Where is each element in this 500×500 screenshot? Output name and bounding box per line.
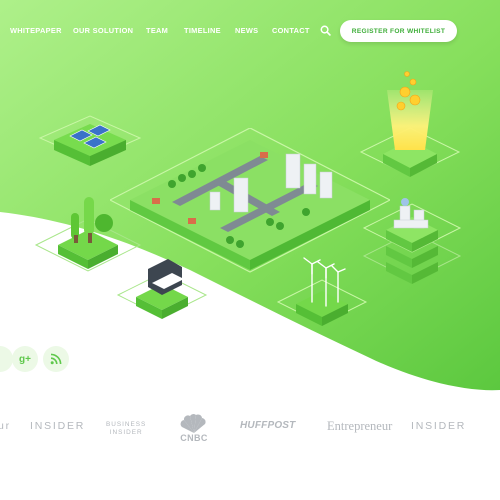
google-plus-button[interactable]: g+: [12, 346, 38, 372]
factory-tile: [362, 198, 462, 284]
press-logo-cnbc: CNBC: [172, 414, 216, 444]
nav-item-whitepaper[interactable]: WHITEPAPER: [10, 26, 62, 35]
search-icon[interactable]: [320, 25, 331, 36]
nav-item-news[interactable]: NEWS: [235, 26, 258, 35]
nav-item-team[interactable]: TEAM: [146, 26, 168, 35]
nav-item-contact[interactable]: CONTACT: [272, 26, 310, 35]
press-logo-huffpost: HUFFPOST: [240, 420, 296, 431]
business-insider-line1: BUSINESS: [106, 421, 147, 428]
token-beam-tile: [359, 71, 461, 177]
google-plus-icon: g+: [19, 353, 31, 365]
rss-icon: [50, 353, 62, 365]
rss-button[interactable]: [43, 346, 69, 372]
press-logo-business-insider: BUSINESS INSIDER: [106, 421, 146, 437]
press-logo-insider: INSIDER: [30, 420, 86, 432]
cnbc-wordmark: CNBC: [180, 433, 208, 443]
nav-item-timeline[interactable]: TIMELINE: [184, 26, 221, 35]
peacock-icon: [180, 414, 206, 433]
nav-item-our-solution[interactable]: OUR SOLUTION: [73, 26, 133, 35]
top-nav: WHITEPAPER OUR SOLUTION TEAM TIMELINE NE…: [0, 0, 500, 62]
printer-tile: [116, 259, 208, 319]
business-insider-line2: INSIDER: [109, 429, 143, 436]
press-logo-entrepreneur: Entrepreneur: [327, 419, 393, 433]
press-logo-insider-2: INSIDER: [411, 420, 467, 432]
wind-turbines-tile: [276, 257, 368, 326]
register-whitelist-button[interactable]: REGISTER FOR WHITELIST: [340, 20, 457, 42]
press-logo-partial: ur: [0, 420, 11, 432]
